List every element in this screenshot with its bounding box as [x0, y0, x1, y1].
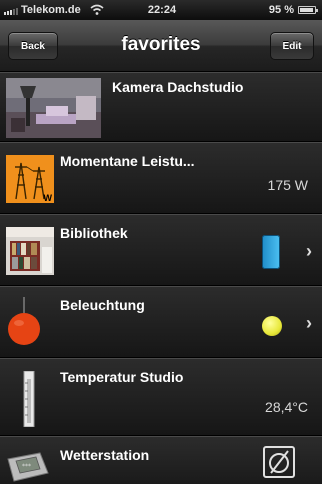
list-item-kamera-dachstudio[interactable]: Kamera Dachstudio — [0, 72, 322, 142]
lamp-thumbnail — [6, 297, 54, 349]
power-value: 175 W — [267, 177, 308, 193]
chevron-right-icon[interactable]: › — [306, 313, 312, 334]
row-title: Temperatur Studio — [60, 369, 184, 385]
status-bar: Telekom.de 22:24 95 % — [0, 0, 322, 20]
navigation-bar: Back favorites Edit — [0, 20, 322, 72]
favorites-list: Kamera Dachstudio W Momentane Leistu... … — [0, 72, 322, 484]
weather-station-thumbnail: *** — [4, 449, 52, 484]
row-title: Beleuchtung — [60, 297, 145, 313]
row-title: Bibliothek — [60, 225, 128, 241]
temperature-value: 28,4°C — [265, 399, 308, 415]
svg-text:***: *** — [22, 463, 31, 470]
list-item-momentane-leistung[interactable]: W Momentane Leistu... 175 W — [0, 142, 322, 214]
list-item-temperatur-studio[interactable]: Temperatur Studio 28,4°C — [0, 358, 322, 436]
list-item-beleuchtung[interactable]: Beleuchtung › — [0, 286, 322, 358]
thermometer-thumbnail — [22, 371, 36, 427]
row-title: Kamera Dachstudio — [112, 79, 244, 95]
status-right: 95 % — [268, 4, 318, 16]
library-thumbnail — [6, 227, 54, 275]
battery-percent: 95 % — [268, 4, 294, 16]
list-item-bibliothek[interactable]: Bibliothek › — [0, 214, 322, 286]
battery-icon — [298, 6, 318, 14]
row-title: Momentane Leistu... — [60, 153, 195, 169]
phone-icon — [262, 235, 280, 269]
camera-thumbnail — [6, 78, 101, 138]
power-unit-label: W — [43, 193, 53, 203]
weather-gauge-icon — [263, 446, 295, 478]
lamp-status-indicator — [262, 316, 282, 336]
row-title: Wetterstation — [60, 447, 150, 463]
battery-fill — [300, 8, 314, 12]
edit-button[interactable]: Edit — [270, 32, 314, 60]
list-item-wetterstation[interactable]: *** Wetterstation — [0, 436, 322, 484]
power-thumbnail: W — [6, 155, 54, 203]
chevron-right-icon[interactable]: › — [306, 241, 312, 262]
